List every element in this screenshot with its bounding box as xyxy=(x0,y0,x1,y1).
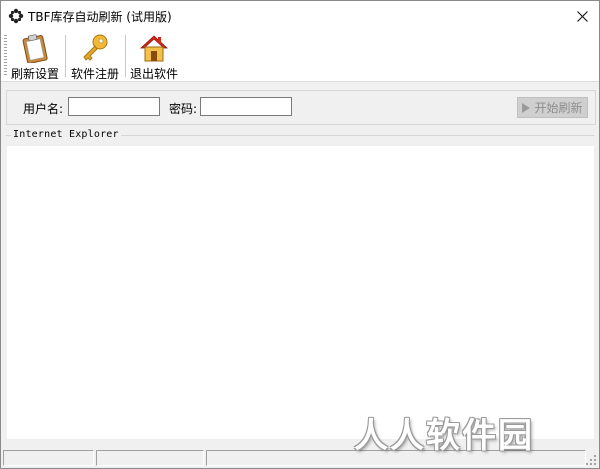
refresh-settings-label: 刷新设置 xyxy=(10,67,59,81)
key-icon xyxy=(83,34,108,61)
login-panel: 用户名: 密码: 开始刷新 xyxy=(6,90,596,125)
resize-grip-icon[interactable] xyxy=(585,454,597,466)
home-icon xyxy=(139,35,169,62)
start-refresh-button[interactable]: 开始刷新 xyxy=(517,97,588,118)
browser-view[interactable] xyxy=(7,146,594,439)
exit-software-label: 退出软件 xyxy=(129,67,178,81)
refresh-settings-button[interactable]: 刷新设置 xyxy=(10,33,60,81)
app-logo-icon xyxy=(8,8,24,24)
close-icon xyxy=(576,10,588,22)
toolbar: 刷新设置 软件注册 退出软件 xyxy=(1,31,599,82)
close-button[interactable] xyxy=(565,1,599,31)
status-cell xyxy=(96,450,204,466)
window-title: TBF库存自动刷新 (试用版) xyxy=(28,10,172,24)
clipboard-icon xyxy=(22,34,48,63)
browser-group-label: Internet Explorer xyxy=(11,129,121,140)
play-icon xyxy=(522,102,531,113)
register-software-button[interactable]: 软件注册 xyxy=(70,33,120,81)
exit-software-button[interactable]: 退出软件 xyxy=(129,33,179,81)
username-input[interactable] xyxy=(68,97,160,116)
username-label: 用户名: xyxy=(23,102,64,116)
register-software-label: 软件注册 xyxy=(70,67,119,81)
start-refresh-label: 开始刷新 xyxy=(534,101,583,115)
toolbar-grip[interactable] xyxy=(4,35,7,77)
toolbar-separator xyxy=(125,35,127,77)
password-input[interactable] xyxy=(200,97,292,116)
status-cell xyxy=(3,450,94,466)
watermark: 人人软件园 xyxy=(354,416,534,456)
toolbar-separator xyxy=(65,35,67,77)
title-bar[interactable]: TBF库存自动刷新 (试用版) xyxy=(1,1,599,31)
app-window: TBF库存自动刷新 (试用版) 刷新设置 软件注册 退出软件 用户名: 密码: … xyxy=(0,0,600,469)
password-label: 密码: xyxy=(169,102,198,116)
